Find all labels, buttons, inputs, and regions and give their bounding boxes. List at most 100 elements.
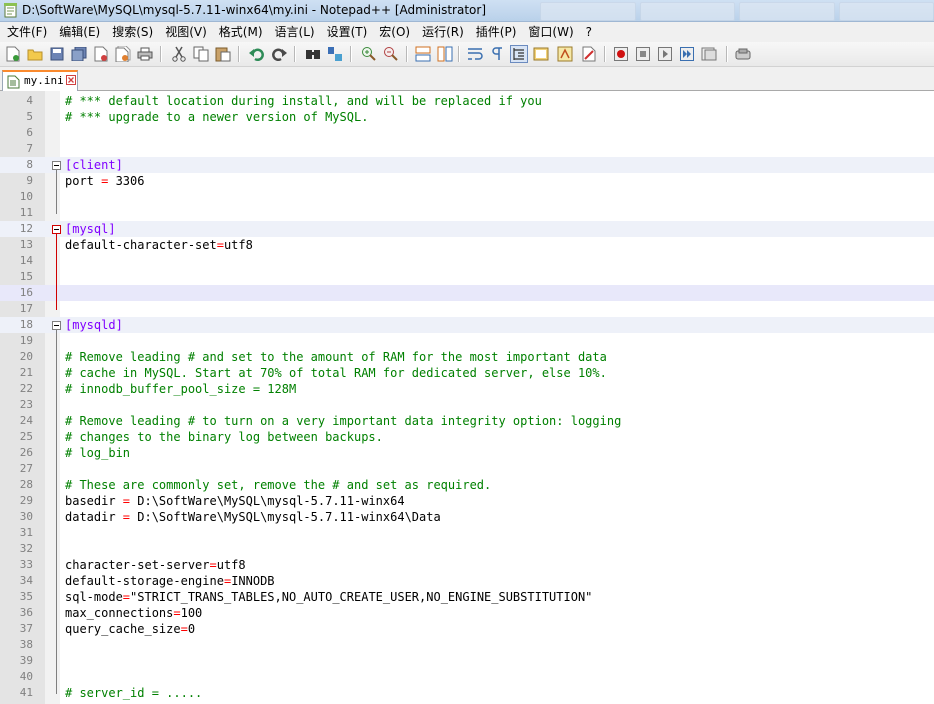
ini-operator: = [180, 622, 188, 636]
code-line[interactable]: 23 [0, 397, 934, 413]
code-line[interactable]: 37 query_cache_size=0 [0, 621, 934, 637]
code-line[interactable]: 35 sql-mode="STRICT_TRANS_TABLES,NO_AUTO_… [0, 589, 934, 605]
code-line[interactable]: 9 port = 3306 [0, 173, 934, 189]
menu-plugins[interactable]: 插件(P) [471, 23, 524, 41]
code-line[interactable]: 31 [0, 525, 934, 541]
sync-horizontal-icon[interactable] [436, 45, 454, 63]
menu-run[interactable]: 运行(R) [417, 23, 471, 41]
open-file-icon[interactable] [26, 45, 44, 63]
toolbar-separator [350, 46, 352, 62]
code-line[interactable]: 12 [mysql] [0, 221, 934, 237]
code-editor[interactable]: 4 # *** default location during install, … [0, 91, 934, 704]
save-icon[interactable] [48, 45, 66, 63]
code-line[interactable]: 30 datadir = D:\SoftWare\MySQL\mysql-5.7.… [0, 509, 934, 525]
line-number: 41 [19, 686, 33, 699]
code-line[interactable]: 41 # server_id = ..... [0, 685, 934, 701]
show-all-chars-icon[interactable] [488, 45, 506, 63]
tab-close-icon[interactable] [66, 75, 76, 85]
code-line[interactable]: 39 [0, 653, 934, 669]
menu-settings[interactable]: 设置(T) [322, 23, 375, 41]
code-line[interactable]: 25 # changes to the binary log between ba… [0, 429, 934, 445]
indent-guide-icon[interactable] [510, 45, 528, 63]
code-line[interactable]: 13 default-character-set=utf8 [0, 237, 934, 253]
tab-my-ini[interactable]: my.ini [2, 70, 78, 91]
code-line[interactable]: 28 # These are commonly set, remove the #… [0, 477, 934, 493]
code-line[interactable]: 36 max_connections=100 [0, 605, 934, 621]
code-text: # These are commonly set, remove the # a… [65, 478, 492, 492]
doc-map-icon[interactable] [532, 45, 550, 63]
code-line[interactable]: 11 [0, 205, 934, 221]
code-line[interactable]: 29 basedir = D:\SoftWare\MySQL\mysql-5.7.… [0, 493, 934, 509]
taskbar-tab[interactable] [739, 2, 835, 21]
code-line[interactable]: 21 # cache in MySQL. Start at 70% of tota… [0, 365, 934, 381]
menu-format[interactable]: 格式(M) [214, 23, 270, 41]
menu-file[interactable]: 文件(F) [2, 23, 54, 41]
taskbar-tab[interactable] [639, 2, 735, 21]
code-line[interactable]: 18 [mysqld] [0, 317, 934, 333]
cut-icon[interactable] [170, 45, 188, 63]
code-line[interactable]: 17 [0, 301, 934, 317]
zoom-out-icon[interactable] [382, 45, 400, 63]
code-line[interactable]: 22 # innodb_buffer_pool_size = 128M [0, 381, 934, 397]
close-icon[interactable] [92, 45, 110, 63]
taskbar-tab[interactable] [540, 2, 636, 21]
play-macro-icon[interactable] [656, 45, 674, 63]
code-line[interactable]: 6 [0, 125, 934, 141]
run-macro-multiple-icon[interactable] [678, 45, 696, 63]
copy-icon[interactable] [192, 45, 210, 63]
code-line[interactable]: 10 [0, 189, 934, 205]
code-line[interactable]: 16 [0, 285, 934, 301]
fold-toggle-icon[interactable] [52, 161, 61, 170]
zoom-in-icon[interactable] [360, 45, 378, 63]
code-line[interactable]: 27 [0, 461, 934, 477]
code-line[interactable]: 26 # log_bin [0, 445, 934, 461]
new-file-icon[interactable] [4, 45, 22, 63]
fold-toggle-icon[interactable] [52, 321, 61, 330]
menu-language[interactable]: 语言(L) [270, 23, 322, 41]
line-number: 25 [19, 430, 33, 443]
replace-icon[interactable] [326, 45, 344, 63]
code-line[interactable]: 8 [client] [0, 157, 934, 173]
code-line[interactable]: 20 # Remove leading # and set to the amou… [0, 349, 934, 365]
menu-help[interactable]: ? [581, 23, 599, 41]
ini-key: character-set-server [65, 558, 210, 572]
paste-icon[interactable] [214, 45, 232, 63]
code-line[interactable]: 14 [0, 253, 934, 269]
code-line[interactable]: 15 [0, 269, 934, 285]
code-line[interactable]: 5 # *** upgrade to a newer version of MyS… [0, 109, 934, 125]
sync-vertical-icon[interactable] [414, 45, 432, 63]
code-line[interactable]: 24 # Remove leading # to turn on a very i… [0, 413, 934, 429]
menu-macro[interactable]: 宏(O) [374, 23, 417, 41]
stop-macro-icon[interactable] [634, 45, 652, 63]
code-line[interactable]: 38 [0, 637, 934, 653]
function-list-icon[interactable] [556, 45, 574, 63]
line-number: 9 [26, 174, 33, 187]
menu-edit[interactable]: 编辑(E) [54, 23, 107, 41]
code-line[interactable]: 33 character-set-server=utf8 [0, 557, 934, 573]
save-all-icon[interactable] [70, 45, 88, 63]
menu-view[interactable]: 视图(V) [160, 23, 214, 41]
line-number: 17 [19, 302, 33, 315]
fold-toggle-icon[interactable] [52, 225, 61, 234]
code-line[interactable]: 34 default-storage-engine=INNODB [0, 573, 934, 589]
taskbar-tab[interactable] [838, 2, 934, 21]
print-icon[interactable] [136, 45, 154, 63]
line-number: 4 [26, 94, 33, 107]
code-line[interactable]: 19 [0, 333, 934, 349]
code-line[interactable]: 40 [0, 669, 934, 685]
record-macro-icon[interactable] [612, 45, 630, 63]
menu-search[interactable]: 搜索(S) [107, 23, 160, 41]
code-line[interactable]: 7 [0, 141, 934, 157]
undo-icon[interactable] [248, 45, 266, 63]
save-macro-icon[interactable] [700, 45, 718, 63]
close-all-icon[interactable] [114, 45, 132, 63]
fold-range-line [56, 330, 57, 694]
code-line[interactable]: 4 # *** default location during install, … [0, 93, 934, 109]
redo-icon[interactable] [270, 45, 288, 63]
menu-window[interactable]: 窗口(W) [523, 23, 580, 41]
word-wrap-icon[interactable] [466, 45, 484, 63]
code-line[interactable]: 32 [0, 541, 934, 557]
spellcheck-icon[interactable] [734, 45, 752, 63]
folder-workspace-icon[interactable] [580, 45, 598, 63]
find-icon[interactable] [304, 45, 322, 63]
